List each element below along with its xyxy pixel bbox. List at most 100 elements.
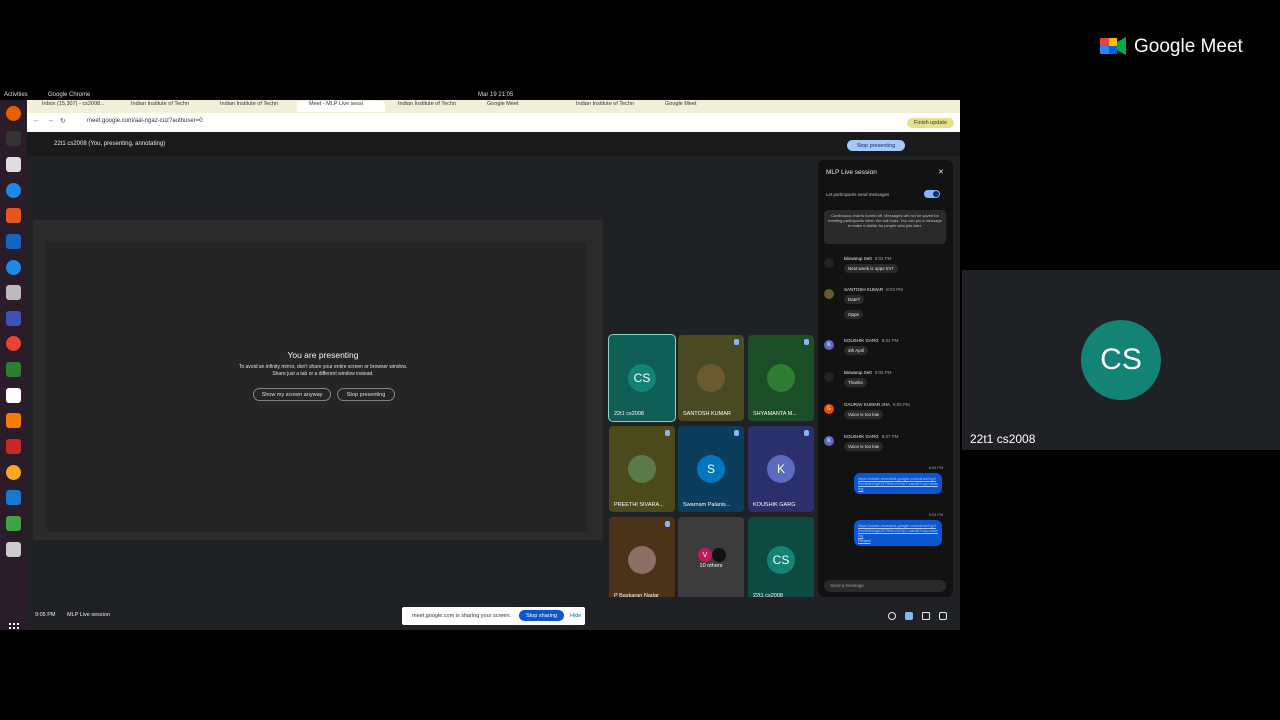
self-name: 22t1 cs2008: [970, 432, 1036, 446]
participant-avatar: [697, 364, 725, 392]
lock-icon[interactable]: [939, 612, 947, 620]
sender-name: GAURAV KUMAR JHA 8:05 PM: [844, 402, 910, 407]
help-icon[interactable]: [6, 260, 21, 275]
send-message-input[interactable]: Send a message: [824, 580, 946, 592]
sublime-icon[interactable]: [6, 413, 21, 428]
gnome-top-bar: Activities Google Chrome Mar 19 21:05: [0, 90, 960, 100]
message-bubble: Next week is oppe tm?: [844, 264, 898, 273]
google-meet-logo: [1100, 37, 1126, 55]
participant-tile[interactable]: SANTOSH KUMAR: [678, 335, 744, 421]
browser-tab[interactable]: Indian Institute of Techn: [119, 101, 207, 112]
search-icon[interactable]: [6, 542, 21, 557]
address-bar-row: ← → ↻ meet.google.com/aai-ngaz-cuz?authu…: [27, 113, 960, 132]
presentation-preview: You are presenting To avoid an infinity …: [33, 220, 603, 540]
firefox-icon[interactable]: [6, 106, 21, 121]
screenshot-icon[interactable]: [6, 311, 21, 326]
browser-tab[interactable]: Inbox (15,307) - cs2008...: [30, 101, 118, 112]
allow-messages-toggle[interactable]: [924, 190, 940, 198]
participant-name: SHYAMANTA M...: [753, 411, 797, 417]
terminal-icon[interactable]: [6, 131, 21, 146]
browser-tab[interactable]: Google Meet: [653, 101, 741, 112]
stop-presenting-button[interactable]: Stop presenting: [337, 388, 395, 401]
participant-tile[interactable]: CS 22t1 cs2008: [608, 334, 676, 422]
sender: GAURAV KUMAR JHA: [844, 402, 890, 407]
participant-tile[interactable]: P Baskaran Nadar: [609, 517, 675, 603]
editor-icon[interactable]: [6, 388, 21, 403]
finish-update-button[interactable]: Finish update: [907, 118, 954, 128]
sender: Biswarup Sett: [844, 256, 872, 261]
back-icon[interactable]: ←: [33, 117, 40, 124]
participant-tile[interactable]: CS 22t1 cs2008: [748, 517, 814, 603]
sender: Biswarup Sett: [844, 370, 872, 375]
stop-sharing-button[interactable]: Stop sharing: [519, 610, 564, 621]
sender: KOUSHIK GARG: [844, 434, 879, 439]
forward-icon[interactable]: →: [47, 117, 54, 124]
link-text[interactable]: https://colab.research.google.com/drive/…: [858, 476, 938, 491]
hide-button[interactable]: Hide: [570, 613, 581, 619]
participant-tile[interactable]: SHYAMANTA M...: [748, 335, 814, 421]
participant-name: PREETHI SIVARA...: [614, 502, 664, 508]
chrome-icon[interactable]: [6, 336, 21, 351]
vscode-icon[interactable]: [6, 490, 21, 505]
calc-icon[interactable]: [6, 362, 21, 377]
participant-avatar: [628, 546, 656, 574]
mic-icon: [734, 430, 739, 436]
show-screen-anyway-button[interactable]: Show my screen anyway: [253, 388, 331, 401]
close-icon[interactable]: ✕: [938, 168, 944, 176]
meet-window: 22t1 cs2008 (You, presenting, annotating…: [27, 132, 960, 630]
url-field[interactable]: meet.google.com/aai-ngaz-cuz?authuser=0: [87, 118, 203, 124]
link-text[interactable]: https://colab.research.google.com/drive/…: [858, 523, 938, 538]
browser-tab[interactable]: Indian Institute of Techn: [564, 101, 652, 112]
stop-presenting-button[interactable]: Stop presenting: [847, 140, 905, 151]
self-avatar: CS: [1081, 320, 1161, 400]
chat-panel: MLP Live session ✕ Let participants send…: [818, 160, 953, 597]
writer-icon[interactable]: [6, 234, 21, 249]
participant-tile[interactable]: S Swarnam Palanis...: [678, 426, 744, 512]
allow-messages-label: Let participants send messages: [826, 192, 890, 197]
sender-avatar: K: [824, 340, 834, 350]
sender-name: KOUSHIK GARG 8:07 PM: [844, 434, 899, 439]
browser-tab-strip: Inbox (15,307) - cs2008... Indian Instit…: [27, 100, 960, 113]
mic-icon: [804, 430, 809, 436]
own-message-link[interactable]: https://colab.research.google.com/drive/…: [854, 473, 942, 494]
browser-tab[interactable]: Indian Institute of Techn: [386, 101, 474, 112]
warning-line: To avoid an infinity mirror, don't share…: [238, 364, 408, 370]
participant-tile[interactable]: V 10 others: [678, 517, 744, 603]
system-clock[interactable]: Mar 19 21:05: [478, 92, 513, 98]
impress-icon[interactable]: [6, 439, 21, 454]
browser-tab-active[interactable]: Meet - MLP Live sessi: [297, 101, 385, 112]
obs-icon[interactable]: [6, 465, 21, 480]
presenting-info: 22t1 cs2008 (You, presenting, annotating…: [54, 141, 166, 147]
participant-name: 10 others: [699, 563, 723, 569]
participant-tile[interactable]: K KOUSHIK GARG: [748, 426, 814, 512]
thunderbird-icon[interactable]: [6, 183, 21, 198]
own-message-link[interactable]: https://colab.research.google.com/drive/…: [854, 520, 942, 546]
drive-icon[interactable]: [6, 285, 21, 300]
app-menu[interactable]: Google Chrome: [48, 92, 90, 98]
reload-icon[interactable]: ↻: [60, 117, 66, 125]
software-icon[interactable]: [6, 208, 21, 223]
continuous-chat-notice: Continuous chat is turned off. Messages …: [824, 210, 946, 244]
pycharm-icon[interactable]: [6, 516, 21, 531]
ubuntu-dock: [0, 100, 27, 630]
browser-tab[interactable]: Indian Institute of Techn: [208, 101, 296, 112]
info-icon[interactable]: [888, 612, 896, 620]
mic-icon: [665, 521, 670, 527]
message-time: 9:04 PM: [928, 513, 943, 517]
participant-avatar: K: [767, 455, 795, 483]
show-apps-icon[interactable]: [9, 623, 19, 630]
sender-name: KOUSHIK GARG 8:04 PM: [844, 338, 899, 343]
participant-name: SANTOSH KUMAR: [683, 411, 731, 417]
message-bubble: 4th April: [844, 346, 869, 355]
participant-avatar: [628, 455, 656, 483]
participant-tile[interactable]: PREETHI SIVARA...: [609, 426, 675, 512]
message-bubble: Date?: [844, 295, 865, 304]
sender-avatar: [824, 372, 834, 382]
activities-icon[interactable]: [922, 612, 930, 620]
chat-icon[interactable]: [905, 612, 913, 620]
activities-button[interactable]: Activities: [4, 92, 28, 98]
browser-tab[interactable]: Google Meet: [475, 101, 563, 112]
files-icon[interactable]: [6, 157, 21, 172]
sender-name: SANTOSH KUMAR 8:02 PM: [844, 287, 903, 292]
message-bubble: Voice is too low: [844, 410, 884, 419]
